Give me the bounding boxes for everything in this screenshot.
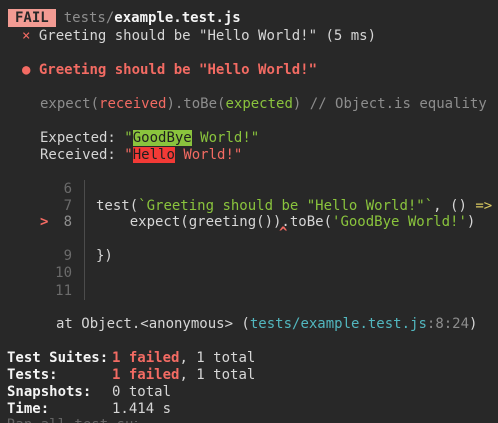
expected-line: Expected: "GoodBye World!" [40,129,259,147]
code-text: }) [96,248,113,264]
stat-total: , 1 total [179,350,256,366]
line-number: 10 [55,265,72,281]
stat-value: 0 total [112,384,172,400]
stack-prefix: at Object.<anonymous> ( [56,316,250,332]
code-text: test(`Greeting should be "Hello World!"`… [96,198,493,214]
line-number: 6 [63,181,72,197]
received-diff-highlight: Hello [132,147,175,163]
test-result-text: Greeting should be "Hello World!" (5 ms) [38,28,377,44]
stack-position: :8:24 [426,316,470,332]
stat-snapshots: Snapshots: 0 total [7,383,171,401]
stat-tests: Tests: 1 failed, 1 total [7,366,255,384]
partial-ran-line: Ran all test suites. [7,416,137,423]
stat-total: , 1 total [179,367,256,383]
error-line-marker: > [40,214,49,230]
file-path-name: example.test.js [114,10,241,26]
code-line-9: 9}) [40,247,113,265]
expected-rest: World!" [191,130,260,146]
expected-word: expected [225,96,293,112]
expected-quote-open: " [124,130,133,146]
stat-label: Snapshots: [7,384,92,400]
bullet-icon: ● [22,62,31,78]
stat-label: Test Suites: [7,350,109,366]
expected-diff-highlight: GoodBye [132,130,192,146]
received-quote-open: " [124,147,133,163]
cross-icon: × [22,28,31,44]
test-result-line: × Greeting should be "Hello World!" (5 m… [22,27,376,45]
tobe-text: ).toBe( [166,96,226,112]
line-number: 9 [63,248,72,264]
signature-suffix: ) // Object.is equality [292,96,487,112]
error-caret: ^ [279,225,288,241]
line-number: 11 [55,283,72,299]
fail-badge: FAIL [8,9,56,27]
stack-file-link[interactable]: tests/example.test.js [250,316,427,332]
code-line-6: 6 [40,180,96,198]
assertion-signature: expect(received).toBe(expected) // Objec… [40,95,487,113]
received-word: received [99,96,167,112]
stat-value: 1.414 s [112,401,172,417]
file-path-dir: tests/ [63,10,115,26]
code-line-10: 10 [40,264,96,282]
line-number: >8 [40,214,72,230]
code-line-8: >8 expect(greeting()).toBe('GoodBye Worl… [40,213,475,231]
expect-prefix: expect( [40,96,100,112]
code-line-11: 11 [40,282,96,300]
received-line: Received: "Hello World!" [40,146,242,164]
stack-location: at Object.<anonymous> (tests/example.tes… [56,315,477,333]
received-label: Received: [40,147,125,163]
received-rest: World!" [174,147,243,163]
stack-suffix: ) [469,316,478,332]
stat-failed: 1 failed [112,367,180,383]
stat-label: Tests: [7,367,58,383]
failure-title-line: ● Greeting should be "Hello World!" [22,61,317,79]
stat-suites: Test Suites: 1 failed, 1 total [7,349,255,367]
expected-label: Expected: [40,130,125,146]
failure-title: Greeting should be "Hello World!" [38,62,318,78]
file-status-line: FAIL tests/example.test.js [8,9,241,27]
stat-failed: 1 failed [112,350,180,366]
